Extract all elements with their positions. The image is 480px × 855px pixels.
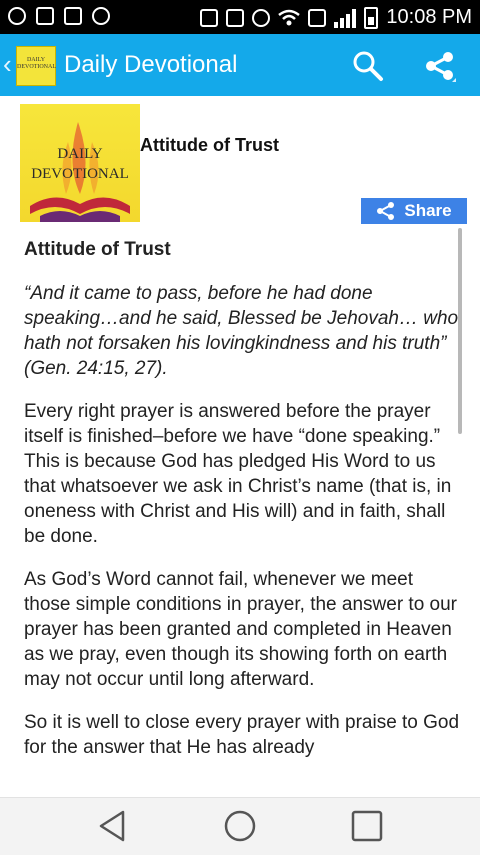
messenger-icon xyxy=(8,7,26,25)
article-title: Attitude of Trust xyxy=(24,239,171,260)
recents-icon[interactable] xyxy=(346,808,386,844)
share-icon[interactable] xyxy=(422,48,458,84)
share-button-label: Share xyxy=(404,201,452,220)
article-paragraph: As God’s Word cannot fail, whenever we m… xyxy=(24,569,458,690)
image-icon xyxy=(36,7,54,25)
up-navigation-icon[interactable]: ‹ xyxy=(3,50,12,78)
vibrate-icon xyxy=(226,8,245,27)
thumbnail-line2: DEVOTIONAL xyxy=(31,166,129,182)
nfc-icon xyxy=(200,8,219,27)
search-icon[interactable] xyxy=(350,48,386,84)
app-logo[interactable]: DAILY DEVOTIONAL xyxy=(16,46,56,86)
scrollbar[interactable] xyxy=(458,228,462,434)
devotional-thumbnail: DAILY DEVOTIONAL xyxy=(20,104,140,222)
signal-icon xyxy=(334,8,357,28)
thumbnail-line1: DAILY xyxy=(57,146,103,162)
app-logo-line1: DAILY xyxy=(26,57,46,63)
battery-saver-icon xyxy=(64,7,82,25)
clock: 10:08 PM xyxy=(386,6,472,28)
wifi-icon xyxy=(278,9,301,25)
battery-icon xyxy=(364,6,379,29)
alarm-icon xyxy=(252,8,271,27)
app-logo-line2: DEVOTIONAL xyxy=(17,64,56,70)
system-icons: 10:08 PM xyxy=(200,6,472,29)
scripture-quote: “And it came to pass, before he had done… xyxy=(24,283,459,379)
back-icon[interactable] xyxy=(93,808,133,844)
usb-icon xyxy=(92,7,110,25)
app-bar: ‹ DAILY DEVOTIONAL Daily Devotional xyxy=(0,34,480,96)
devotional-header-title: Attitude of Trust xyxy=(140,135,279,155)
article-paragraph: Every right prayer is answered before th… xyxy=(24,401,452,547)
status-bar: 10:08 PM xyxy=(0,0,480,34)
home-icon[interactable] xyxy=(220,808,260,844)
devotional-article: Attitude of Trust “And it came to pass, … xyxy=(24,237,460,790)
share-icon xyxy=(377,202,395,220)
notification-icons xyxy=(8,7,110,25)
flame-book-illustration xyxy=(30,122,130,222)
app-title: Daily Devotional xyxy=(64,51,238,78)
data-icon xyxy=(308,8,327,27)
article-paragraph: So it is well to close every prayer with… xyxy=(24,712,460,758)
share-button[interactable]: Share xyxy=(361,198,467,224)
navigation-bar xyxy=(0,797,480,855)
